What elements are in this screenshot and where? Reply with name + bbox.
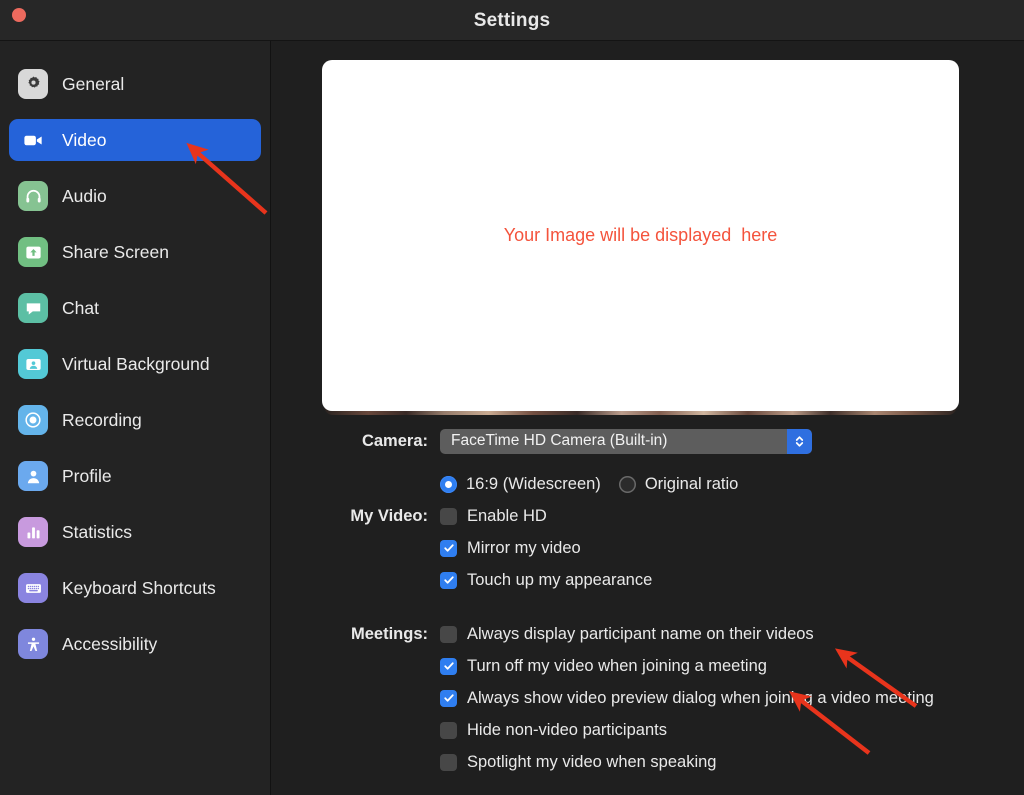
checkbox-unchecked-icon[interactable] [440, 507, 457, 525]
sidebar-item-audio[interactable]: Audio [9, 175, 261, 217]
sidebar-item-label: Recording [62, 409, 142, 430]
sidebar-item-video[interactable]: Video [9, 119, 261, 161]
sidebar-item-accessibility[interactable]: Accessibility [9, 623, 261, 665]
sidebar-item-recording[interactable]: Recording [9, 399, 261, 441]
meetings-row-2: Turn off my video when joining a meeting [271, 653, 1024, 679]
checkbox-label: Enable HD [467, 506, 547, 525]
checkbox-checked-icon[interactable] [440, 657, 457, 675]
radio-option-original-ratio[interactable]: Original ratio [618, 474, 739, 494]
my-video-label: My Video: [350, 506, 428, 525]
checkbox-label: Touch up my appearance [467, 570, 653, 589]
meetings-row-3: Always show video preview dialog when jo… [271, 685, 1024, 711]
title-bar: Settings [0, 0, 1024, 41]
meetings-label: Meetings: [350, 624, 428, 643]
camera-select[interactable]: FaceTime HD Camera (Built-in) [440, 428, 812, 454]
camera-select-value: FaceTime HD Camera (Built-in) [451, 432, 668, 449]
sidebar-item-label: Video [62, 129, 107, 150]
chevron-updown-icon[interactable] [787, 428, 812, 454]
window-title: Settings [473, 10, 551, 31]
sidebar-item-label: Chat [62, 297, 99, 318]
meetings-row-5: Spotlight my video when speaking [271, 749, 1024, 775]
meetings-row-1: Meetings: Always display participant nam… [271, 621, 1024, 647]
radio-option-label: 16:9 (Widescreen) [466, 474, 601, 493]
sidebar-item-chat[interactable]: Chat [9, 287, 261, 329]
sidebar-item-label: Keyboard Shortcuts [62, 577, 216, 598]
radio-option-label: Original ratio [644, 474, 739, 493]
chat-bubble-icon [18, 293, 48, 323]
sidebar-item-label: General [62, 73, 125, 94]
checkbox-checked-icon[interactable] [440, 571, 457, 589]
checkbox-always-show-video-preview-dialog[interactable]: Always show video preview dialog when jo… [440, 689, 934, 708]
sidebar-item-label: Profile [62, 465, 112, 486]
record-icon [18, 405, 48, 435]
sidebar-item-share-screen[interactable]: Share Screen [9, 231, 261, 273]
checkbox-touch-up-my-appearance[interactable]: Touch up my appearance [440, 571, 652, 590]
sidebar-item-general[interactable]: General [9, 63, 261, 105]
checkbox-checked-icon[interactable] [440, 689, 457, 707]
video-preview-area: Your Image will be displayed here [322, 60, 959, 417]
radio-option-widescreen[interactable]: 16:9 (Widescreen) [440, 475, 601, 494]
checkbox-label: Hide non-video participants [467, 720, 667, 739]
checkbox-turn-off-my-video-when-joining[interactable]: Turn off my video when joining a meeting [440, 657, 767, 676]
bar-chart-icon [18, 517, 48, 547]
meetings-row-4: Hide non-video participants [271, 717, 1024, 743]
checkbox-unchecked-icon[interactable] [440, 753, 457, 771]
checkbox-hide-non-video-participants[interactable]: Hide non-video participants [440, 721, 667, 740]
checkbox-checked-icon[interactable] [440, 539, 457, 557]
sidebar-item-label: Virtual Background [62, 353, 210, 374]
sidebar-item-keyboard-shortcuts[interactable]: Keyboard Shortcuts [9, 567, 261, 609]
share-screen-icon [18, 237, 48, 267]
settings-window: Settings General Video Audio Share Scree… [0, 0, 1024, 795]
my-video-row-1: My Video: Enable HD [271, 503, 1024, 529]
checkbox-label: Spotlight my video when speaking [467, 752, 717, 771]
checkbox-label: Always display participant name on their… [467, 624, 814, 643]
checkbox-always-display-participant-name[interactable]: Always display participant name on their… [440, 625, 814, 644]
sidebar-item-label: Statistics [62, 521, 133, 542]
sidebar-item-statistics[interactable]: Statistics [9, 511, 261, 553]
sidebar-item-label: Share Screen [62, 241, 170, 262]
checkbox-unchecked-icon[interactable] [440, 625, 457, 643]
sidebar-item-label: Audio [62, 185, 107, 206]
sidebar-item-virtual-background[interactable]: Virtual Background [9, 343, 261, 385]
keyboard-icon [18, 573, 48, 603]
my-video-row-2: Mirror my video [271, 535, 1024, 561]
headphones-icon [18, 181, 48, 211]
radio-original-ratio-icon[interactable] [618, 475, 636, 493]
video-camera-icon [18, 125, 48, 155]
gear-icon [18, 69, 48, 99]
person-icon [18, 461, 48, 491]
camera-row: Camera: FaceTime HD Camera (Built-in) [271, 428, 1024, 454]
checkbox-spotlight-my-video-when-speaking[interactable]: Spotlight my video when speaking [440, 753, 716, 772]
video-settings-form: Camera: FaceTime HD Camera (Built-in) 16… [271, 428, 1024, 775]
video-preview-placeholder: Your Image will be displayed here [322, 60, 959, 411]
checkbox-enable-hd[interactable]: Enable HD [440, 507, 547, 526]
video-preview-placeholder-text: Your Image will be displayed here [503, 225, 778, 245]
settings-sidebar: General Video Audio Share Screen Chat Vi… [0, 41, 271, 795]
aspect-ratio-row: 16:9 (Widescreen) Original ratio [271, 471, 1024, 497]
virtual-background-icon [18, 349, 48, 379]
checkbox-label: Always show video preview dialog when jo… [467, 688, 934, 707]
camera-label: Camera: [361, 431, 428, 450]
checkbox-mirror-my-video[interactable]: Mirror my video [440, 539, 581, 558]
sidebar-item-label: Accessibility [62, 633, 158, 654]
video-settings-panel: Your Image will be displayed here Camera… [271, 41, 1024, 795]
checkbox-label: Turn off my video when joining a meeting [467, 656, 767, 675]
checkbox-label: Mirror my video [467, 538, 581, 557]
accessibility-icon [18, 629, 48, 659]
sidebar-item-profile[interactable]: Profile [9, 455, 261, 497]
my-video-row-3: Touch up my appearance [271, 567, 1024, 593]
radio-widescreen-icon[interactable] [440, 475, 457, 493]
checkbox-unchecked-icon[interactable] [440, 721, 457, 739]
